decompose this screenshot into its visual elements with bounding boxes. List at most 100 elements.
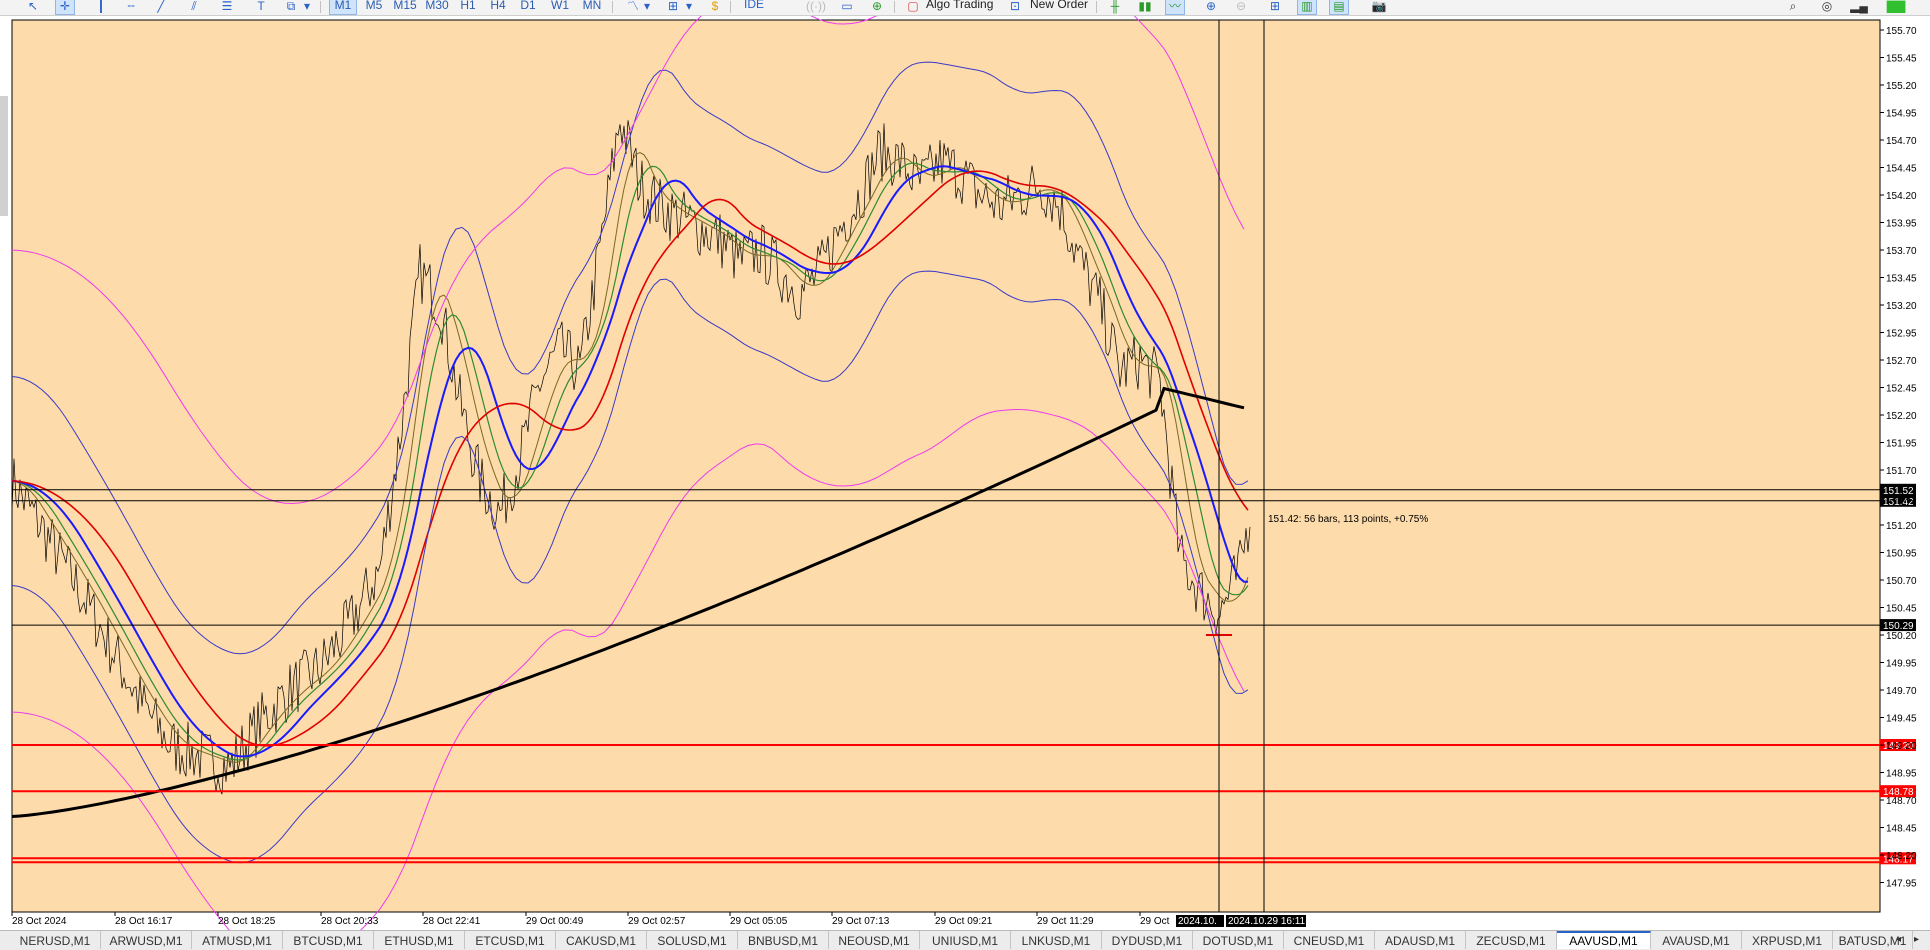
price-axis-label: 152.20 <box>1886 411 1917 422</box>
time-axis-label: 28 Oct 16:17 <box>115 916 173 927</box>
time-axis-label: 29 Oct 05:05 <box>730 916 788 927</box>
chart-type-icon[interactable]: 〽 <box>624 0 642 14</box>
shapes-icon[interactable]: ⧉ <box>282 0 300 14</box>
price-axis-label: 152.95 <box>1886 329 1917 340</box>
price-axis-label: 152.70 <box>1886 356 1917 367</box>
timeframe-d1[interactable]: D1 <box>516 0 540 14</box>
new-order-icon[interactable]: ⊡ <box>1006 0 1024 14</box>
algo-trading-button[interactable]: Algo Trading <box>926 0 993 13</box>
signal-strength-icon: ▂▄ <box>1850 0 1868 13</box>
price-chart[interactable]: 149.20148.78148.17151.52151.42150.29151.… <box>0 16 1930 930</box>
price-axis-label: 149.95 <box>1886 659 1917 670</box>
symbol-tab[interactable]: UNIUSD,M1 <box>920 931 1011 949</box>
symbol-tab[interactable]: ZECUSD,M1 <box>1466 931 1557 949</box>
symbol-tab[interactable]: ARWUSD,M1 <box>101 931 192 949</box>
chart-shift-icon[interactable]: ▥ <box>1297 0 1317 15</box>
signals-icon[interactable]: $ <box>706 0 724 14</box>
price-axis-label: 148.95 <box>1886 769 1917 780</box>
account-icon[interactable]: ◎ <box>1818 0 1836 14</box>
price-axis-label: 153.70 <box>1886 246 1917 257</box>
price-axis-label: 151.20 <box>1886 521 1917 532</box>
chevron-down-icon[interactable]: ▾ <box>302 0 312 14</box>
symbol-tab[interactable]: BNBUSD,M1 <box>738 931 829 949</box>
timeframe-m15[interactable]: M15 <box>390 0 420 14</box>
price-axis-label: 150.70 <box>1886 576 1917 587</box>
fibonacci-icon[interactable]: ☰ <box>218 0 236 14</box>
text-icon[interactable]: T <box>252 0 270 14</box>
line-chart-icon[interactable]: 〰 <box>1165 0 1185 15</box>
symbol-tab[interactable]: CAKUSD,M1 <box>556 931 647 949</box>
bar-chart-icon[interactable]: ╫ <box>1106 0 1124 14</box>
main-toolbar: ↖ ✛ ┃ ╌ ╱ ⫽ ☰ T ⧉ ▾ M1 M5 M15 M30 H1 H4 … <box>0 0 1930 16</box>
horizontal-line-icon[interactable]: ╌ <box>122 0 140 14</box>
price-axis-label: 151.45 <box>1886 494 1917 505</box>
price-axis-label: 148.20 <box>1886 851 1917 862</box>
symbol-tab[interactable]: BTCUSD,M1 <box>283 931 374 949</box>
vertical-line-icon[interactable]: ┃ <box>92 0 110 14</box>
candlestick-icon[interactable]: ▮▮ <box>1136 0 1154 14</box>
time-axis-label: 29 Oct 09:21 <box>935 916 993 927</box>
symbol-tab[interactable]: NEOUSD,M1 <box>829 931 920 949</box>
symbol-tab[interactable]: ATMUSD,M1 <box>192 931 283 949</box>
crosshair-icon[interactable]: ✛ <box>55 0 75 15</box>
tile-windows-icon[interactable]: ⊞ <box>1266 0 1284 14</box>
timeframe-h4[interactable]: H4 <box>486 0 510 14</box>
ide-button[interactable]: IDE <box>744 0 764 13</box>
symbol-tab[interactable]: DYDUSD,M1 <box>1102 931 1193 949</box>
symbol-tab[interactable]: DOTUSD,M1 <box>1193 931 1284 949</box>
time-axis-label: 28 Oct 22:41 <box>423 916 481 927</box>
chart-window[interactable]: 149.20 148.78 148.17 151.52 151.42 150.29 151.… <box>0 16 1930 930</box>
new-order-button[interactable]: New Order <box>1030 0 1088 13</box>
indicators-icon[interactable]: ⊞ <box>664 0 682 14</box>
symbol-tab[interactable]: ADAUSD,M1 <box>1375 931 1466 949</box>
timeframe-m1[interactable]: M1 <box>329 0 357 15</box>
symbol-tab[interactable]: ETCUSD,M1 <box>465 931 556 949</box>
algo-trading-icon[interactable]: ▢ <box>904 0 922 14</box>
broadcast-icon[interactable]: ((·)) <box>806 0 826 14</box>
price-axis-label: 153.45 <box>1886 274 1917 285</box>
scrollbar-thumb[interactable] <box>0 96 8 216</box>
price-axis-label: 155.45 <box>1886 54 1917 65</box>
symbol-tab[interactable]: CNEUSD,M1 <box>1284 931 1375 949</box>
symbol-tab[interactable]: XRPUSD,M1 <box>1742 931 1833 949</box>
timeframe-m30[interactable]: M30 <box>422 0 452 14</box>
cursor-icon[interactable]: ↖ <box>24 0 42 14</box>
timeframe-m5[interactable]: M5 <box>361 0 387 14</box>
chevron-down-icon[interactable]: ▾ <box>642 0 652 14</box>
trendline-icon[interactable]: ╱ <box>152 0 170 14</box>
channel-icon[interactable]: ⫽ <box>185 0 203 14</box>
price-axis-label: 151.95 <box>1886 439 1917 450</box>
scroll-left-icon[interactable]: ◂ <box>1896 931 1901 949</box>
symbol-tab[interactable]: NERUSD,M1 <box>10 931 101 949</box>
connection-status-icon: ▇▇ <box>1886 0 1906 13</box>
price-axis-label: 148.45 <box>1886 824 1917 835</box>
price-axis-label: 153.20 <box>1886 301 1917 312</box>
timeframe-mn[interactable]: MN <box>578 0 606 14</box>
time-axis-label: 29 Oct 02:57 <box>628 916 686 927</box>
symbol-tab[interactable]: AVAUSD,M1 <box>1651 931 1742 949</box>
vps-icon[interactable]: ▭ <box>838 0 856 14</box>
price-axis-label: 153.95 <box>1886 219 1917 230</box>
screenshot-icon[interactable]: 📷 <box>1370 0 1388 14</box>
scroll-right-icon[interactable]: ▸ <box>1914 931 1919 949</box>
add-icon[interactable]: ⊕ <box>868 0 886 14</box>
autoscroll-icon[interactable]: ▤ <box>1329 0 1349 15</box>
price-axis-label: 155.20 <box>1886 81 1917 92</box>
symbol-tab[interactable]: ETHUSD,M1 <box>374 931 465 949</box>
crosshair-time-label: 2024.10. <box>1178 916 1217 927</box>
symbol-tab[interactable]: SOLUSD,M1 <box>647 931 738 949</box>
chevron-down-icon[interactable]: ▾ <box>684 0 694 14</box>
price-axis-label: 149.70 <box>1886 686 1917 697</box>
time-axis-label: 29 Oct 07:13 <box>832 916 890 927</box>
crosshair-time-label: 2024.10.29 16:11 <box>1228 916 1306 927</box>
price-axis-label: 154.45 <box>1886 164 1917 175</box>
zoom-out-icon[interactable]: ⊖ <box>1232 0 1250 14</box>
timeframe-w1[interactable]: W1 <box>548 0 572 14</box>
symbol-tab[interactable]: LNKUSD,M1 <box>1011 931 1102 949</box>
symbol-tab[interactable]: AAVUSD,M1 <box>1557 931 1651 949</box>
price-axis-label: 151.70 <box>1886 466 1917 477</box>
zoom-in-icon[interactable]: ⊕ <box>1202 0 1220 14</box>
search-icon[interactable]: ⌕ <box>1784 0 1802 14</box>
timeframe-h1[interactable]: H1 <box>456 0 480 14</box>
time-axis-label: 28 Oct 2024 <box>12 916 67 927</box>
